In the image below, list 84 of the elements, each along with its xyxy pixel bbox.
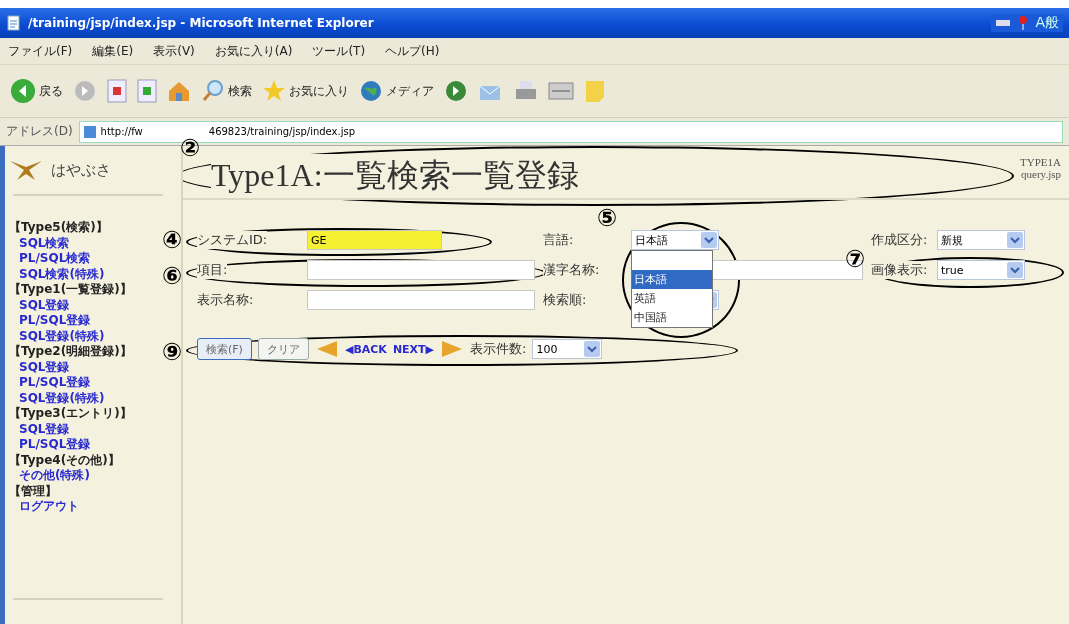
note-icon [584,79,606,103]
logo-text: はやぶさ [51,160,111,180]
nav-link[interactable]: PL/SQL登録 [9,375,91,391]
globe-icon [359,79,383,103]
nav-link[interactable]: SQL登録(特殊) [9,328,105,344]
window-title: /training/jsp/index.jsp - Microsoft Internet Explorer [28,16,374,30]
toolbar-button[interactable]: メディア [357,77,436,105]
menu-item[interactable]: お気に入り(A) [214,42,293,60]
annotation-number: ⑦ [845,245,866,273]
menu-item[interactable]: ツール(T) [312,42,366,60]
menu-item[interactable]: 表示(V) [153,42,195,60]
select-field[interactable]: 100 [532,339,603,359]
page-icon [107,79,127,103]
page-code: TYPE1A [1020,156,1061,168]
field-label: 作成区分: [871,231,928,249]
field-label: 表示件数: [470,340,527,358]
page-title: Type1A:一覧検索一覧登録 [211,154,579,198]
nav-link[interactable]: SQL登録(特殊) [9,390,105,406]
nav-group-title: 【Type1(一覧登録)】 [9,282,132,298]
home-icon [167,79,191,103]
text-field[interactable] [307,290,535,310]
file-name: query.jsp [1021,168,1061,180]
back-link[interactable]: ◀BACK [344,342,387,356]
left-arrow-icon[interactable] [316,341,337,357]
caret-icon [1007,262,1023,278]
nav-link[interactable]: SQL登録 [9,359,70,375]
field-label: システムID: [197,231,268,249]
menu-item[interactable]: 編集(E) [92,42,134,60]
text-field[interactable]: GE [307,230,442,250]
field-label: 言語: [543,231,574,249]
select-field[interactable]: 新規 [937,230,1025,250]
field-label: 画像表示: [871,261,928,279]
field-label: 表示名称: [197,291,254,309]
pin-icon [1017,15,1030,31]
nav-link[interactable]: ログアウト [9,499,79,515]
field-label: 検索順: [543,291,587,309]
field-label: 漢字名称: [543,261,600,279]
caret-icon [701,232,717,248]
dropdown-option[interactable]: 英語 [632,289,712,308]
menu-item[interactable]: ファイル(F) [8,42,73,60]
annotation-number: ④ [162,226,183,254]
form-button[interactable]: クリア [257,338,309,360]
annotation-number: ⑥ [162,262,183,290]
keyboard-icon [995,18,1012,28]
nav-link[interactable]: SQL登録 [9,297,70,313]
caret-icon [1007,232,1023,248]
toolbar-button[interactable]: 戻る [8,76,65,106]
caret-icon [584,341,601,357]
star-icon [262,79,286,103]
page-icon [6,15,22,31]
nav-link[interactable]: PL/SQL登録 [9,437,91,453]
toolbar-button[interactable] [546,79,576,103]
address-label: アドレス(D) [6,123,73,140]
search-icon [201,79,225,103]
toolbar-button[interactable]: 検索 [199,77,254,105]
nav-link[interactable]: PL/SQL検索 [9,251,91,267]
nav-link[interactable]: SQL登録 [9,421,70,437]
dropdown-option[interactable]: 中国語 [632,308,712,327]
text-field[interactable] [307,260,535,280]
annotation-number: ⑨ [162,338,183,366]
select-field[interactable]: 日本語 [631,230,719,250]
dropdown-option[interactable]: 日本語 [632,270,712,289]
nav-group-title: 【Type2(明細登録)】 [9,344,132,360]
document-icon [548,81,574,101]
page-icon [137,79,157,103]
nav-link[interactable]: SQL検索(特殊) [9,266,105,282]
nav-link[interactable]: その他(特殊) [9,468,90,484]
nav-group-title: 【管理】 [9,483,57,499]
nav-link[interactable]: SQL検索 [9,235,70,251]
select-field[interactable]: true [937,260,1025,280]
right-arrow-icon[interactable] [442,341,463,357]
toolbar-button[interactable] [105,77,129,105]
toolbar-button[interactable] [135,77,159,105]
field-label: 項目: [197,261,228,279]
page-icon [82,124,97,139]
annotation-number: ⑤ [597,204,618,232]
form-button[interactable]: 検索(F) [197,338,252,360]
toolbar-button[interactable]: お気に入り [260,77,351,105]
nav-link[interactable]: PL/SQL登録 [9,313,91,329]
next-link[interactable]: NEXT▶ [392,342,435,356]
nav-group-title: 【Type3(エントリ)】 [9,406,132,422]
nav-group-title: 【Type5(検索)】 [9,220,108,236]
menu-item[interactable]: ヘルプ(H) [385,42,440,60]
nav-group-title: 【Type4(その他)】 [9,452,120,468]
